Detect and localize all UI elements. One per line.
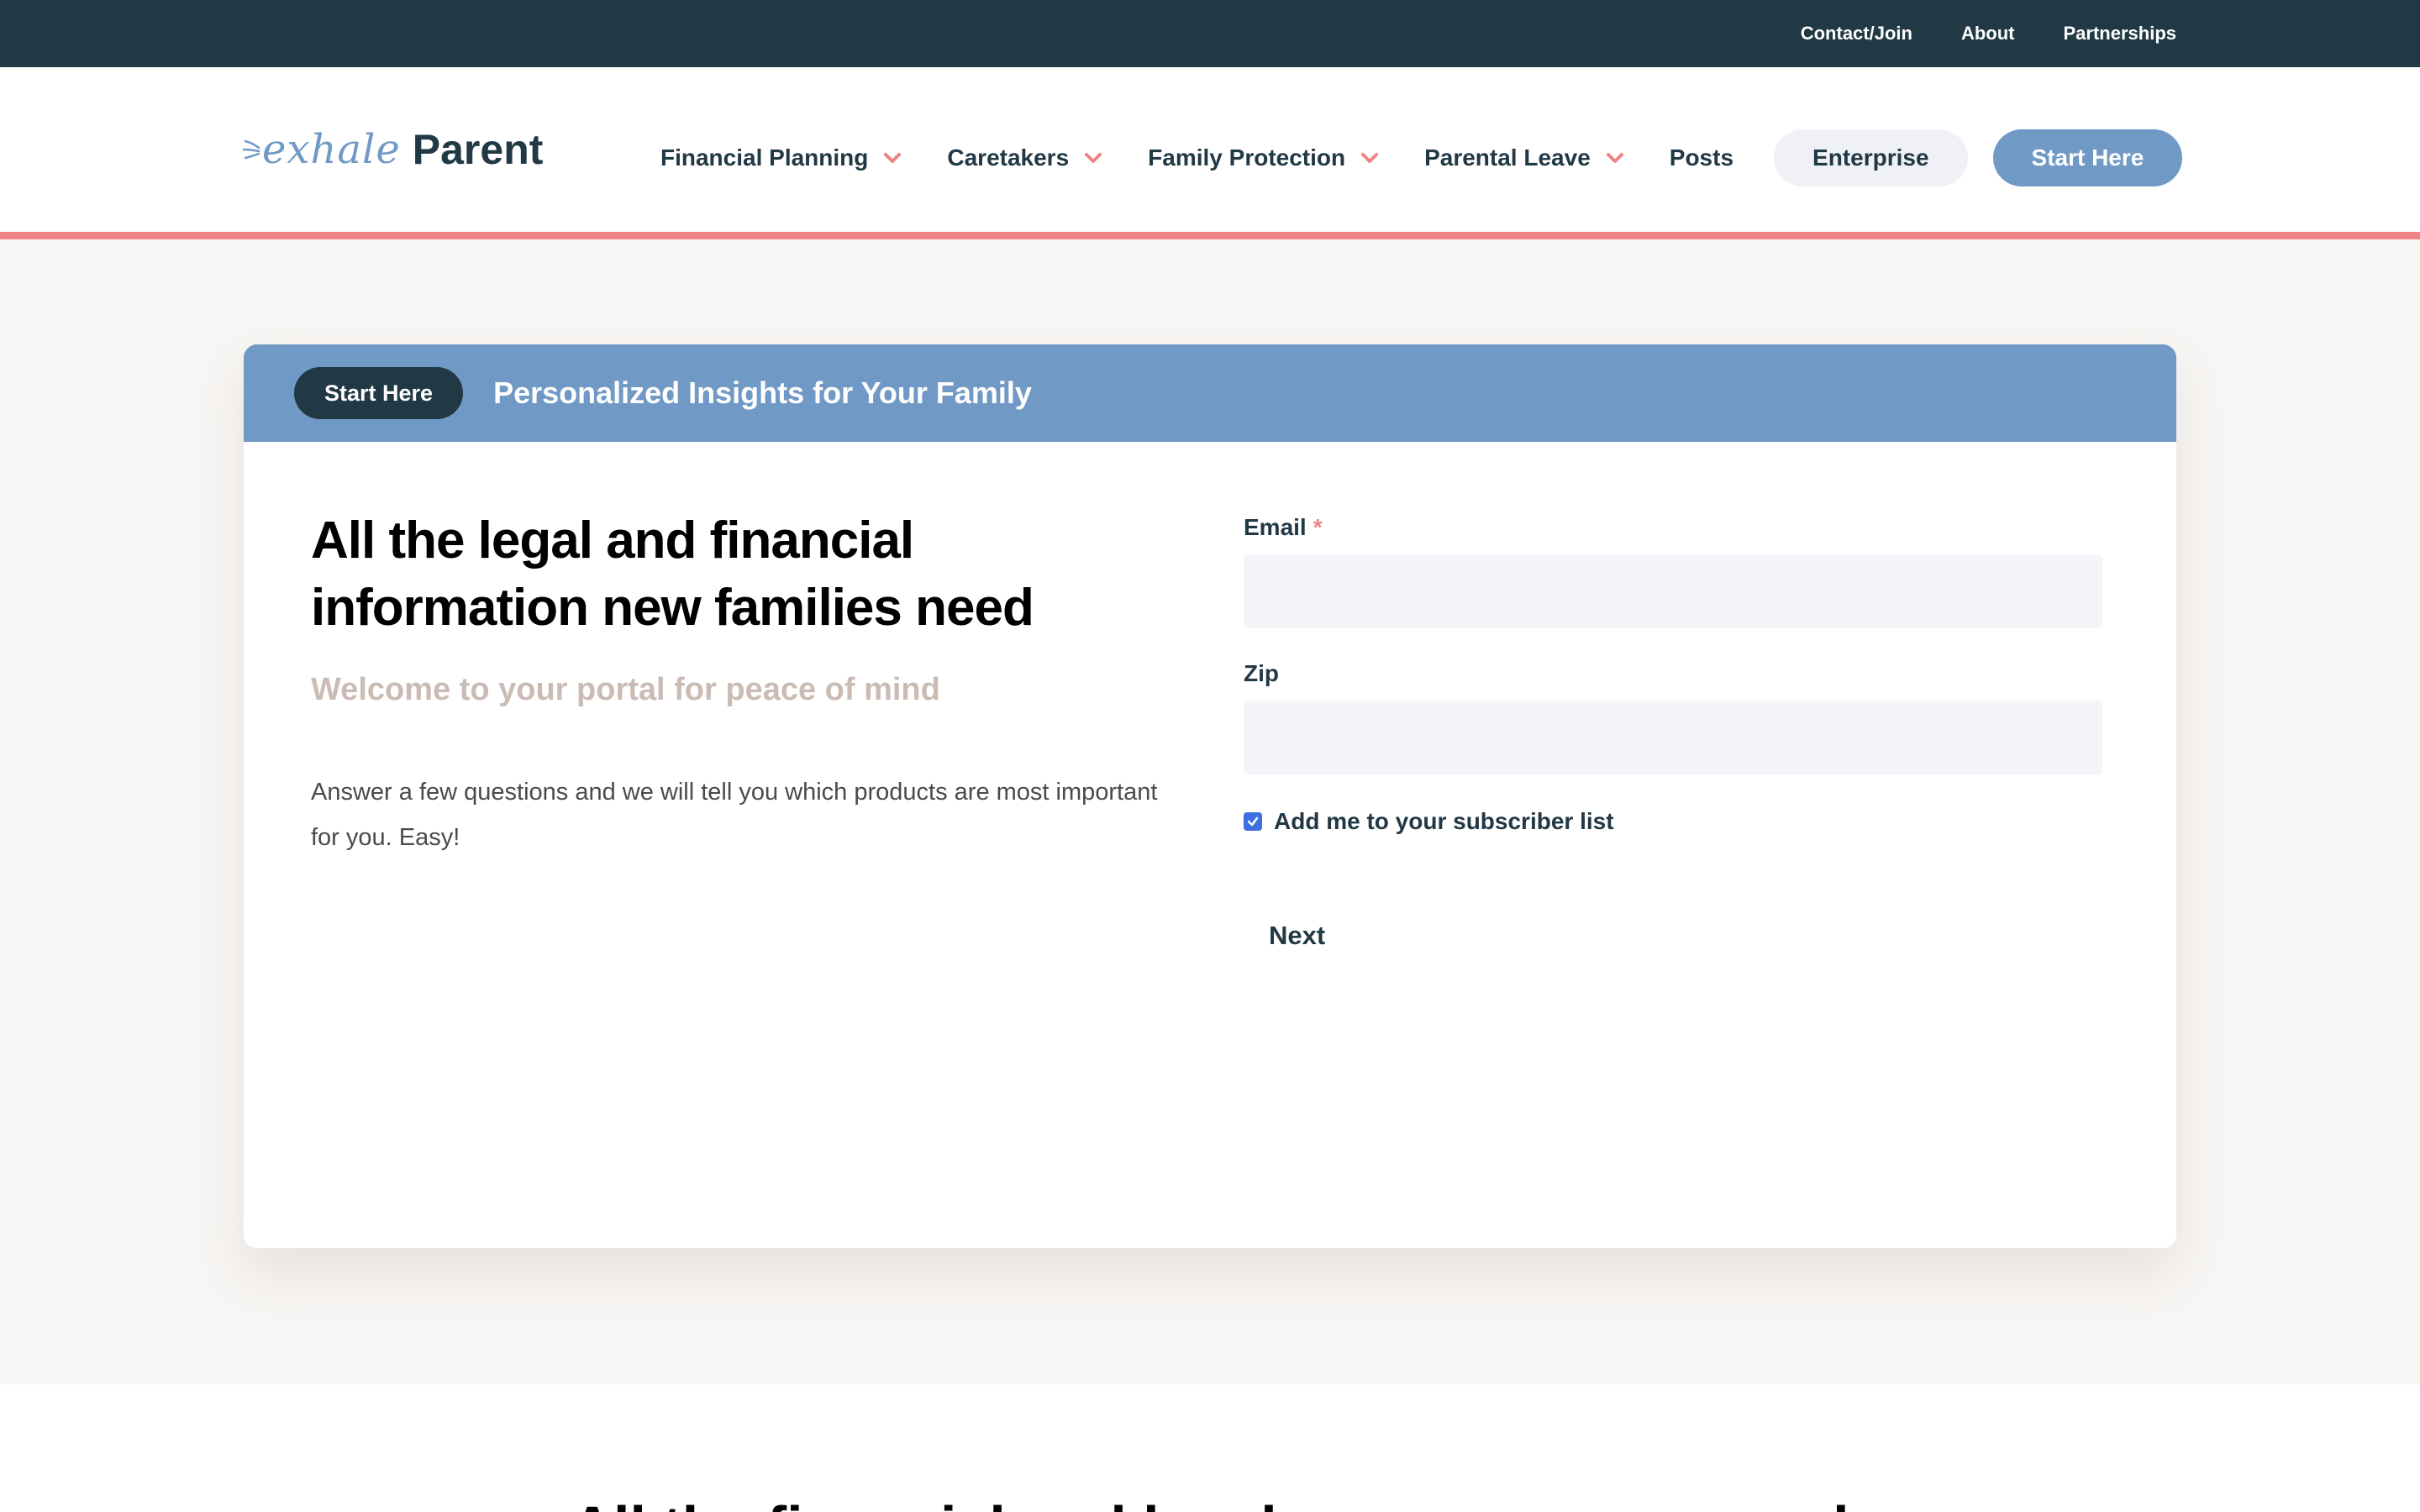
breath-mark-icon bbox=[242, 139, 260, 160]
start-here-button[interactable]: Start Here bbox=[1992, 129, 2183, 186]
partnerships-link[interactable]: Partnerships bbox=[2064, 23, 2177, 45]
checkmark-icon bbox=[1247, 816, 1259, 827]
card-title: Personalized Insights for Your Family bbox=[493, 375, 1032, 410]
start-here-badge: Start Here bbox=[294, 367, 464, 419]
email-label: Email * bbox=[1244, 514, 1323, 541]
nav-item-label: Financial Planning bbox=[660, 144, 869, 171]
zip-label: Zip bbox=[1244, 660, 1279, 686]
email-label-text: Email bbox=[1244, 514, 1307, 540]
enterprise-button[interactable]: Enterprise bbox=[1774, 129, 1968, 186]
logo-script-text: exhale bbox=[262, 126, 401, 173]
logo-word-text: Parent bbox=[412, 126, 544, 173]
nav-item-label: Parental Leave bbox=[1424, 144, 1591, 171]
site-logo[interactable]: exhale Parent bbox=[242, 126, 543, 173]
nav-item-label: Posts bbox=[1669, 144, 1734, 171]
nav-item-label: Family Protection bbox=[1148, 144, 1346, 171]
required-mark: * bbox=[1313, 514, 1323, 540]
header-accent-line bbox=[0, 232, 2420, 239]
subscribe-checkbox[interactable] bbox=[1244, 812, 1262, 831]
chevron-down-icon bbox=[884, 153, 902, 163]
nav-item-label: Caretakers bbox=[947, 144, 1070, 171]
nav-posts[interactable]: Posts bbox=[1670, 144, 1733, 171]
zip-field[interactable] bbox=[1244, 701, 2102, 774]
card-header: Start Here Personalized Insights for You… bbox=[244, 344, 2176, 442]
utility-bar: Contact/Join About Partnerships bbox=[0, 0, 2420, 67]
nav-caretakers[interactable]: Caretakers bbox=[947, 144, 1102, 171]
email-field[interactable] bbox=[1244, 554, 2102, 628]
page-headline: All the legal and financial information … bbox=[311, 512, 1034, 637]
resources-heading: All the financial and legal resources yo… bbox=[0, 1494, 2420, 1512]
chevron-down-icon bbox=[1085, 153, 1102, 163]
nav-parental-leave[interactable]: Parental Leave bbox=[1424, 144, 1624, 171]
chevron-down-icon bbox=[1606, 153, 1623, 163]
subscribe-row: Add me to your subscriber list bbox=[1244, 808, 1614, 835]
intro-text: Answer a few questions and we will tell … bbox=[311, 779, 1158, 851]
chevron-down-icon bbox=[1361, 153, 1379, 163]
main-nav: Financial Planning Caretakers Family Pro… bbox=[660, 129, 2183, 186]
next-button[interactable]: Next bbox=[1269, 917, 1325, 954]
nav-financial-planning[interactable]: Financial Planning bbox=[660, 144, 902, 171]
page-subheadline: Welcome to your portal for peace of mind bbox=[311, 672, 940, 707]
about-link[interactable]: About bbox=[1961, 23, 2015, 45]
subscribe-label[interactable]: Add me to your subscriber list bbox=[1274, 808, 1614, 835]
nav-family-protection[interactable]: Family Protection bbox=[1148, 144, 1379, 171]
resources-section: All the financial and legal resources yo… bbox=[0, 1384, 2420, 1512]
contact-join-link[interactable]: Contact/Join bbox=[1801, 23, 1912, 45]
